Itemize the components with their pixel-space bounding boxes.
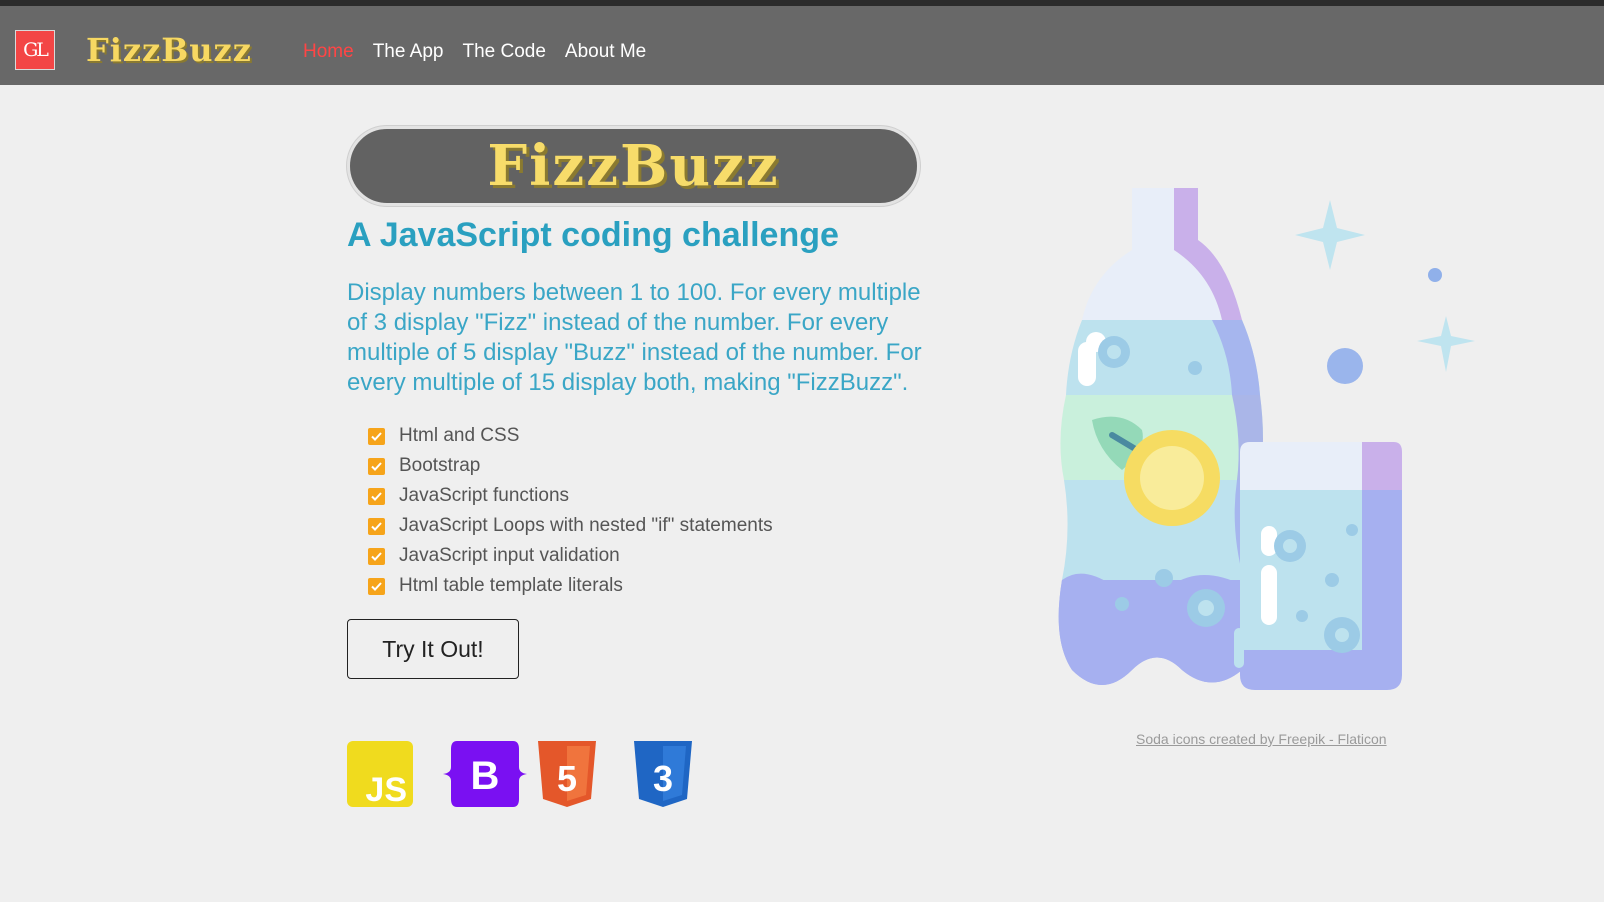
javascript-icon: JS — [347, 741, 413, 807]
nav-link-the-code[interactable]: The Code — [462, 40, 545, 64]
html5-icon: 5 — [538, 741, 596, 807]
feature-label: Html table template literals — [399, 575, 623, 596]
feature-label: JavaScript input validation — [399, 545, 620, 566]
nav-links: Home The App The Code About Me — [303, 40, 646, 64]
navbar: GL FizzBuzz Home The App The Code About … — [0, 6, 1604, 85]
feature-label: Bootstrap — [399, 455, 481, 476]
feature-label: JavaScript functions — [399, 485, 570, 506]
logo-icon[interactable]: GL — [15, 30, 55, 70]
javascript-icon-label: JS — [365, 771, 407, 807]
checkbox-checked-icon — [368, 487, 385, 505]
checkbox-checked-icon — [368, 427, 385, 445]
list-item: JavaScript Loops with nested "if" statem… — [368, 511, 773, 541]
feature-list: Html and CSS Bootstrap JavaScript functi… — [368, 421, 773, 601]
checkbox-checked-icon — [368, 547, 385, 565]
list-item: Html table template literals — [368, 571, 773, 601]
feature-label: Html and CSS — [399, 425, 520, 446]
logo-initials: GL — [23, 39, 49, 61]
css3-icon: 3 — [634, 741, 692, 807]
checkbox-checked-icon — [368, 577, 385, 595]
css3-icon-label: 3 — [653, 758, 673, 799]
list-item: JavaScript input validation — [368, 541, 773, 571]
soda-bottle-glass-illustration — [1058, 188, 1475, 690]
nav-link-about-me[interactable]: About Me — [565, 40, 646, 64]
list-item: Bootstrap — [368, 451, 773, 481]
bootstrap-icon-label: B — [471, 754, 500, 798]
list-item: Html and CSS — [368, 421, 773, 451]
nav-link-the-app[interactable]: The App — [373, 40, 444, 64]
icon-credit-link[interactable]: Soda icons created by Freepik - Flaticon — [1136, 731, 1387, 747]
checkbox-checked-icon — [368, 517, 385, 535]
hero-badge: FizzBuzz — [347, 126, 920, 206]
list-item: JavaScript functions — [368, 481, 773, 511]
feature-label: JavaScript Loops with nested "if" statem… — [399, 515, 773, 536]
page-subtitle: A JavaScript coding challenge — [347, 216, 839, 254]
try-it-out-button[interactable]: Try It Out! — [347, 619, 519, 679]
challenge-description: Display numbers between 1 to 100. For ev… — [347, 279, 922, 396]
html5-icon-label: 5 — [557, 758, 577, 799]
hero-badge-title: FizzBuzz — [487, 133, 780, 199]
bootstrap-icon: B — [443, 741, 527, 807]
checkbox-checked-icon — [368, 457, 385, 475]
brand-logo[interactable]: FizzBuzz — [86, 30, 252, 70]
nav-link-home[interactable]: Home — [303, 40, 354, 64]
